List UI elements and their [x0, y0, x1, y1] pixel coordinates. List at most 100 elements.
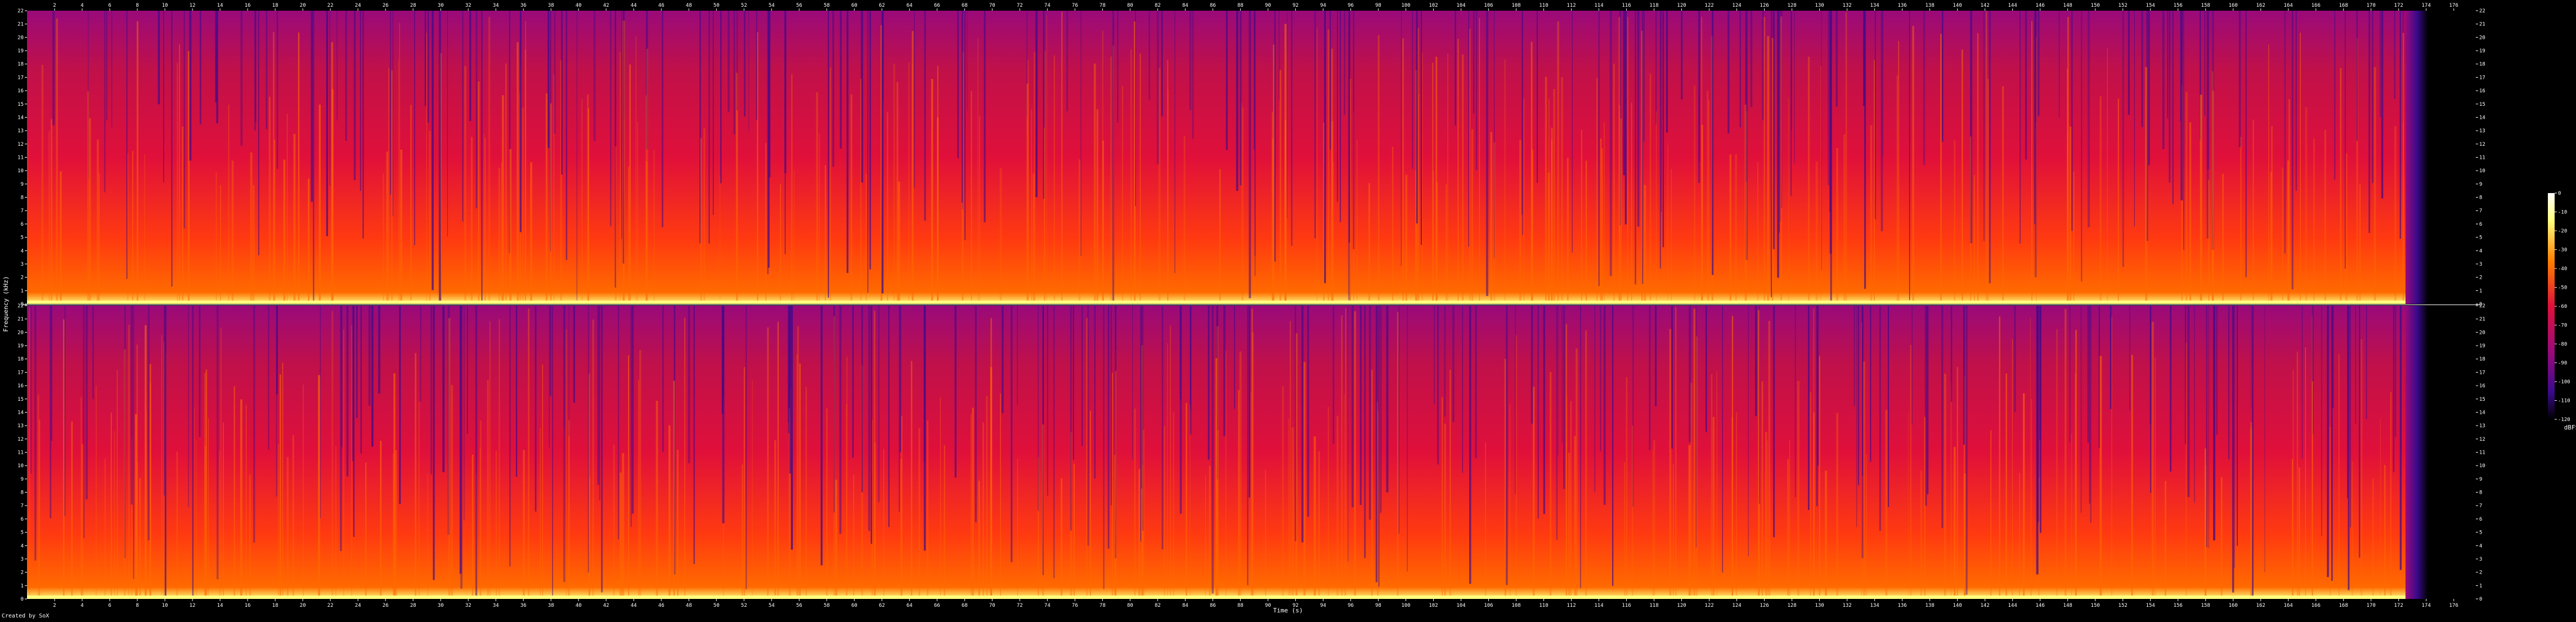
x-tick-label-bottom: 60: [851, 603, 858, 608]
y-tick-label-left: 9: [21, 182, 24, 187]
x-tick-label-top: 90: [1265, 3, 1271, 8]
colorbar-tick-label: -60: [2558, 304, 2567, 310]
x-tick-label-top: 174: [2422, 3, 2431, 8]
y-tick-label-right: 12: [2479, 437, 2485, 442]
y-tick-label-right: 10: [2479, 168, 2485, 174]
x-tick-label-bottom: 106: [1484, 603, 1493, 608]
x-tick-label-bottom: 108: [1511, 603, 1520, 608]
x-tick-label-top: 44: [631, 3, 637, 8]
x-tick-label-top: 140: [1953, 3, 1962, 8]
x-tick-label-bottom: 4: [80, 603, 83, 608]
y-tick-label-left: 0: [21, 597, 24, 602]
x-tick-label-bottom: 70: [989, 603, 995, 608]
x-tick-label-bottom: 52: [741, 603, 747, 608]
x-tick-label-top: 106: [1484, 3, 1493, 8]
y-tick-label-right: 22: [2479, 8, 2485, 14]
x-tick-label-bottom: 146: [2036, 603, 2045, 608]
y-tick-label-left: 21: [17, 22, 24, 28]
x-tick-label-top: 66: [934, 3, 940, 8]
x-tick-label-top: 82: [1155, 3, 1161, 8]
x-tick-label-bottom: 14: [217, 603, 223, 608]
x-tick-label-top: 108: [1511, 3, 1520, 8]
y-tick-label-left: 18: [17, 357, 24, 363]
x-tick-label-top: 98: [1375, 3, 1381, 8]
y-tick-label-left: 4: [21, 543, 24, 549]
colorbar-tick-label: 0: [2558, 191, 2561, 196]
y-tick-label-right: 19: [2479, 48, 2485, 54]
x-tick-label-bottom: 118: [1649, 603, 1658, 608]
y-tick-label-right: 9: [2479, 477, 2482, 482]
y-tick-label-right: 11: [2479, 155, 2485, 161]
x-tick-label-top: 10: [162, 3, 168, 8]
x-tick-label-top: 22: [327, 3, 334, 8]
x-tick-label-top: 176: [2449, 3, 2458, 8]
x-tick-label-top: 166: [2312, 3, 2321, 8]
x-tick-label-top: 112: [1567, 3, 1576, 8]
x-tick-label-bottom: 36: [520, 603, 527, 608]
x-tick-label-top: 2: [53, 3, 56, 8]
x-tick-label-top: 70: [989, 3, 995, 8]
y-tick-label-right: 16: [2479, 383, 2485, 389]
x-tick-label-bottom: 66: [934, 603, 940, 608]
spectrogram-panels: [23, 11, 2480, 599]
y-tick-label-left: 9: [21, 477, 24, 482]
x-tick-label-top: 116: [1622, 3, 1631, 8]
x-tick-label-top: 72: [1017, 3, 1023, 8]
x-tick-label-top: 80: [1127, 3, 1133, 8]
y-tick-label-right: 2: [2479, 570, 2482, 576]
x-tick-label-top: 102: [1429, 3, 1438, 8]
x-tick-label-bottom: 122: [1704, 603, 1713, 608]
x-tick-label-bottom: 32: [465, 603, 472, 608]
y-tick-label-right: 16: [2479, 88, 2485, 94]
y-tick-label-left: 10: [17, 463, 24, 469]
x-tick-label-top: 144: [2008, 3, 2017, 8]
x-tick-label-bottom: 174: [2422, 603, 2431, 608]
x-tick-label-bottom: 30: [438, 603, 444, 608]
y-tick-label-right: 13: [2479, 128, 2485, 134]
x-tick-label-top: 128: [1787, 3, 1796, 8]
y-tick-label-right: 7: [2479, 503, 2482, 509]
x-tick-label-bottom: 162: [2256, 603, 2265, 608]
y-tick-label-left: 1: [21, 583, 24, 589]
x-tick-label-top: 60: [851, 3, 858, 8]
x-tick-label-bottom: 136: [1897, 603, 1906, 608]
x-tick-label-bottom: 28: [410, 603, 416, 608]
x-tick-label-top: 24: [355, 3, 361, 8]
x-tick-label-bottom: 140: [1953, 603, 1962, 608]
y-tick-label-left: 21: [17, 317, 24, 323]
x-tick-label-top: 26: [383, 3, 389, 8]
x-tick-label-top: 14: [217, 3, 223, 8]
x-tick-label-bottom: 68: [962, 603, 968, 608]
x-tick-label-top: 104: [1456, 3, 1465, 8]
colorbar-tick-label: -110: [2558, 399, 2570, 404]
y-tick-label-left: 13: [17, 128, 24, 134]
y-tick-label-left: 5: [21, 530, 24, 536]
x-tick-label-bottom: 40: [576, 603, 582, 608]
x-tick-label-top: 8: [136, 3, 138, 8]
x-tick-label-top: 54: [769, 3, 775, 8]
y-tick-label-left: 20: [17, 330, 24, 335]
x-tick-label-bottom: 132: [1842, 603, 1851, 608]
x-tick-label-top: 68: [962, 3, 968, 8]
x-tick-label-bottom: 100: [1401, 603, 1410, 608]
y-tick-label-left: 5: [21, 235, 24, 241]
x-tick-label-top: 38: [548, 3, 554, 8]
x-tick-label-top: 94: [1320, 3, 1326, 8]
x-tick-label-bottom: 98: [1375, 603, 1381, 608]
y-tick-label-right: 4: [2479, 543, 2482, 549]
x-tick-label-bottom: 114: [1594, 603, 1603, 608]
y-tick-label-left: 11: [17, 155, 24, 161]
x-tick-label-bottom: 54: [769, 603, 775, 608]
y-tick-label-right: 22: [2479, 303, 2485, 309]
y-tick-label-left: 19: [17, 343, 24, 349]
x-tick-label-bottom: 22: [327, 603, 334, 608]
x-tick-label-bottom: 64: [906, 603, 913, 608]
x-tick-label-bottom: 62: [879, 603, 885, 608]
y-tick-label-right: 19: [2479, 343, 2485, 349]
y-tick-label-right: 21: [2479, 317, 2485, 323]
x-tick-label-bottom: 48: [686, 603, 692, 608]
y-axis-label: Frequency (kHz): [2, 276, 10, 332]
colorbar-tick-label: -40: [2558, 266, 2567, 272]
colorbar-tick-label: -70: [2558, 323, 2567, 329]
x-tick-label-top: 20: [300, 3, 306, 8]
